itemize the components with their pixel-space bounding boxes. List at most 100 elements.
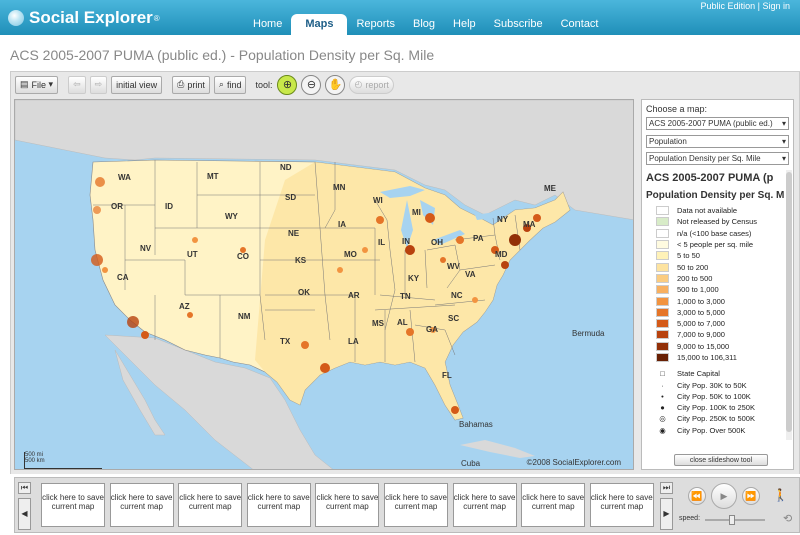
state-label-mt: MT bbox=[207, 172, 219, 181]
save-map-slot[interactable]: click here to save current map bbox=[41, 483, 105, 527]
scale-km: 500 km bbox=[25, 458, 45, 464]
sign-in-link[interactable]: Sign in bbox=[762, 1, 790, 11]
initial-view-button[interactable]: initial view bbox=[111, 75, 163, 94]
legend-item-label: 7,000 to 9,000 bbox=[677, 330, 725, 340]
save-map-slot[interactable]: click here to save current map bbox=[521, 483, 586, 527]
category-select[interactable]: Population bbox=[646, 135, 789, 148]
state-label-il: IL bbox=[378, 238, 386, 247]
state-label-va: VA bbox=[465, 270, 476, 279]
legend-item-label: 50 to 200 bbox=[677, 262, 709, 272]
nav-subscribe[interactable]: Subscribe bbox=[485, 14, 552, 35]
speed-slider-handle[interactable] bbox=[729, 515, 735, 525]
state-label-ny: NY bbox=[497, 215, 509, 224]
state-label-ma: MA bbox=[523, 220, 536, 229]
map-copyright: ©2008 SocialExplorer.com bbox=[526, 458, 621, 467]
save-map-slot[interactable]: click here to save current map bbox=[315, 483, 380, 527]
report-button[interactable]: ◴ report bbox=[349, 75, 394, 94]
save-map-slot[interactable]: click here to save current map bbox=[109, 483, 174, 527]
legend-item-label: 15,000 to 106,311 bbox=[677, 353, 737, 362]
nav-blog[interactable]: Blog bbox=[404, 14, 444, 35]
legend-list: Data not available Not released by Census… bbox=[656, 205, 789, 436]
zoom-in-icon: ⊕ bbox=[282, 79, 293, 91]
save-map-slot[interactable]: click here to save current map bbox=[589, 483, 654, 527]
state-label-ga: GA bbox=[426, 325, 438, 334]
zoom-out-tool[interactable]: ⊖ bbox=[301, 74, 322, 95]
legend-item: 3,000 to 5,000 bbox=[656, 307, 789, 318]
loop-icon[interactable]: ⟲ bbox=[783, 512, 792, 525]
nav-help[interactable]: Help bbox=[444, 14, 485, 35]
state-label-me: ME bbox=[544, 184, 556, 193]
print-button[interactable]: ⎙ print bbox=[172, 75, 210, 94]
skip-forward-icon: ⏭ bbox=[662, 483, 671, 492]
back-button[interactable]: ⇦ bbox=[68, 75, 86, 94]
zoom-in-tool[interactable]: ⊕ bbox=[277, 74, 298, 95]
close-slideshow-button[interactable]: close slideshow tool bbox=[674, 454, 768, 466]
legend-item-label: 1,000 to 3,000 bbox=[677, 296, 725, 306]
state-label-nd: ND bbox=[280, 163, 292, 172]
state-label-ok: OK bbox=[298, 288, 310, 297]
save-map-slot[interactable]: click here to save current map bbox=[384, 483, 448, 527]
pan-tool[interactable]: ✋ bbox=[325, 74, 346, 95]
legend-item: 500 to 1,000 bbox=[656, 284, 789, 295]
legend-panel: Choose a map: ACS 2005-2007 PUMA (public… bbox=[637, 97, 800, 474]
slideshow-last-button[interactable]: ⏭ bbox=[660, 482, 673, 494]
place-label-bahamas: Bahamas bbox=[459, 420, 493, 429]
survey-select[interactable]: ACS 2005-2007 PUMA (public ed.) bbox=[646, 117, 789, 130]
walker-icon[interactable]: 🚶 bbox=[773, 488, 788, 502]
state-label-ms: MS bbox=[372, 319, 384, 328]
public-edition-link[interactable]: Public Edition bbox=[701, 1, 756, 11]
save-map-slot[interactable]: click here to save current map bbox=[246, 483, 311, 527]
legend-symbol-label: City Pop. 30K to 50K bbox=[677, 380, 747, 390]
legend-scrollbar[interactable] bbox=[786, 170, 792, 440]
legend-item: 5 to 50 bbox=[656, 250, 789, 261]
slideshow-next-button[interactable]: ▶ bbox=[660, 498, 673, 530]
file-menu-button[interactable]: ▤ File ▾ bbox=[15, 75, 59, 94]
map-view[interactable]: WA OR ID MT WY NV UT CO CA AZ NM ND SD N… bbox=[14, 99, 634, 470]
state-label-wv: WV bbox=[447, 262, 460, 271]
legend-item: 200 to 500 bbox=[656, 273, 789, 284]
save-map-slot[interactable]: click here to save current map bbox=[178, 483, 243, 527]
state-label-mo: MO bbox=[344, 250, 357, 259]
nav-home[interactable]: Home bbox=[244, 14, 291, 35]
variable-select[interactable]: Population Density per Sq. Mile bbox=[646, 152, 789, 165]
printer-icon: ⎙ bbox=[177, 79, 185, 89]
legend-scroll-thumb[interactable] bbox=[786, 172, 792, 432]
skip-back-icon: ⏮ bbox=[20, 483, 29, 492]
legend-item: 5,000 to 7,000 bbox=[656, 318, 789, 329]
slideshow-first-button[interactable]: ⏮ bbox=[18, 482, 31, 494]
legend-subtitle: Population Density per Sq. M bbox=[646, 190, 785, 201]
forward-button[interactable]: ⇨ bbox=[89, 75, 108, 94]
legend-item-label: 200 to 500 bbox=[677, 273, 713, 283]
report-icon: ◴ bbox=[354, 79, 363, 89]
rewind-button[interactable]: ⏪ bbox=[688, 487, 706, 505]
state-label-al: AL bbox=[397, 318, 408, 327]
play-button[interactable]: ▶ bbox=[711, 483, 737, 509]
save-map-slot[interactable]: click here to save current map bbox=[452, 483, 517, 527]
legend-swatch bbox=[656, 330, 669, 340]
fast-forward-icon: ⏩ bbox=[745, 490, 757, 501]
place-label-bermuda: Bermuda bbox=[572, 329, 605, 338]
site-logo[interactable]: Social Explorer ® bbox=[8, 6, 160, 30]
state-label-sd: SD bbox=[285, 193, 297, 202]
legend-symbol-label: City Pop. 100K to 250K bbox=[677, 403, 755, 413]
play-icon: ▶ bbox=[720, 490, 728, 501]
speed-slider-track[interactable] bbox=[705, 519, 765, 521]
legend-item: n/a (<100 base cases) bbox=[656, 228, 789, 239]
main-nav: Home Maps Reports Blog Help Subscribe Co… bbox=[244, 14, 608, 35]
state-label-ky: KY bbox=[408, 274, 420, 283]
nav-reports[interactable]: Reports bbox=[347, 14, 404, 35]
slideshow-prev-button[interactable]: ◀ bbox=[18, 498, 31, 530]
nav-contact[interactable]: Contact bbox=[552, 14, 608, 35]
state-label-md: MD bbox=[495, 250, 508, 259]
triangle-left-icon: ◀ bbox=[21, 509, 28, 518]
city-symbol-icon: ● bbox=[660, 403, 665, 413]
nav-maps[interactable]: Maps bbox=[291, 14, 348, 35]
legend-symbol-label: State Capital bbox=[677, 369, 720, 379]
top-links-divider: | bbox=[757, 1, 760, 11]
state-label-nc: NC bbox=[451, 291, 463, 300]
find-button[interactable]: ⌕ find bbox=[213, 75, 247, 94]
state-label-nm: NM bbox=[238, 312, 251, 321]
fast-forward-button[interactable]: ⏩ bbox=[742, 487, 760, 505]
city-symbol-icon: • bbox=[661, 391, 664, 401]
legend-item-label: n/a (<100 base cases) bbox=[677, 228, 752, 238]
